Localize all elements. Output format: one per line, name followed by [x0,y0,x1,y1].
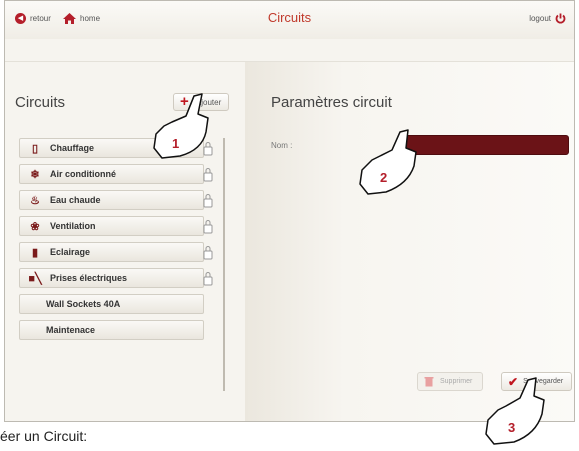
power-icon [555,13,566,24]
pointing-hand-callout-1: 1 [153,93,209,159]
delete-button[interactable]: Supprimer [417,372,483,391]
callout-number: 3 [508,420,515,435]
circuit-settings-pane: Paramètres circuit Nom : Supprimer ✔ Sau… [245,61,574,421]
thermometer-icon: ▯ [31,142,39,155]
circuit-label: Air conditionné [50,169,116,179]
pointing-hand-callout-2: 2 [359,129,417,195]
water-heater-icon: ♨ [30,194,40,207]
caption-text: éer un Circuit: [0,428,88,444]
lock-icon [203,220,213,234]
callout-number: 2 [380,170,387,185]
lock-icon [203,246,213,260]
circuit-label: Eclairage [50,247,91,257]
circuit-item-wall-sockets[interactable]: Wall Sockets 40A [19,294,204,314]
logout-label: logout [529,14,551,23]
circuit-label: Prises électriques [50,273,128,283]
trash-icon [424,377,434,387]
lamp-icon: ▮ [31,246,39,259]
page-title: Circuits [267,10,312,25]
lock-icon [203,272,213,286]
callout-number: 1 [172,136,179,151]
snowflake-icon: ❄ [30,168,40,181]
circuit-item-ventilation[interactable]: ❀ Ventilation [19,216,213,236]
circuit-item-air-conditionne[interactable]: ❄ Air conditionné [19,164,213,184]
circuits-heading: Circuits [15,94,66,111]
circuit-item-prises-electriques[interactable]: ■╲ Prises électriques [19,268,213,288]
circuit-name-input[interactable] [397,135,569,155]
circuit-list: ▯ Chauffage ❄ Air conditionné ♨ Eau chau… [19,138,213,346]
plug-icon: ■╲ [28,272,42,285]
lock-icon [203,194,213,208]
circuit-label: Wall Sockets 40A [46,299,121,309]
circuit-label: Chauffage [50,143,95,153]
circuit-label: Maintenace [46,325,96,335]
pointing-hand-callout-3: 3 [485,377,545,445]
delete-label: Supprimer [440,378,473,385]
list-scrollbar[interactable] [223,138,225,391]
top-bar: ◀ retour home Circuits logout [5,1,574,39]
circuit-label: Ventilation [50,221,96,231]
name-field-label: Nom : [271,141,293,150]
circuit-item-eau-chaude[interactable]: ♨ Eau chaude [19,190,213,210]
logout-button[interactable]: logout [529,13,566,24]
circuit-item-maintenace[interactable]: Maintenace [19,320,204,340]
circuit-item-eclairage[interactable]: ▮ Eclairage [19,242,213,262]
lock-icon [203,168,213,182]
settings-heading: Paramètres circuit [271,94,392,111]
fan-icon: ❀ [30,220,40,233]
app-window: ◀ retour home Circuits logout Circuits +… [4,0,575,422]
circuit-label: Eau chaude [50,195,101,205]
